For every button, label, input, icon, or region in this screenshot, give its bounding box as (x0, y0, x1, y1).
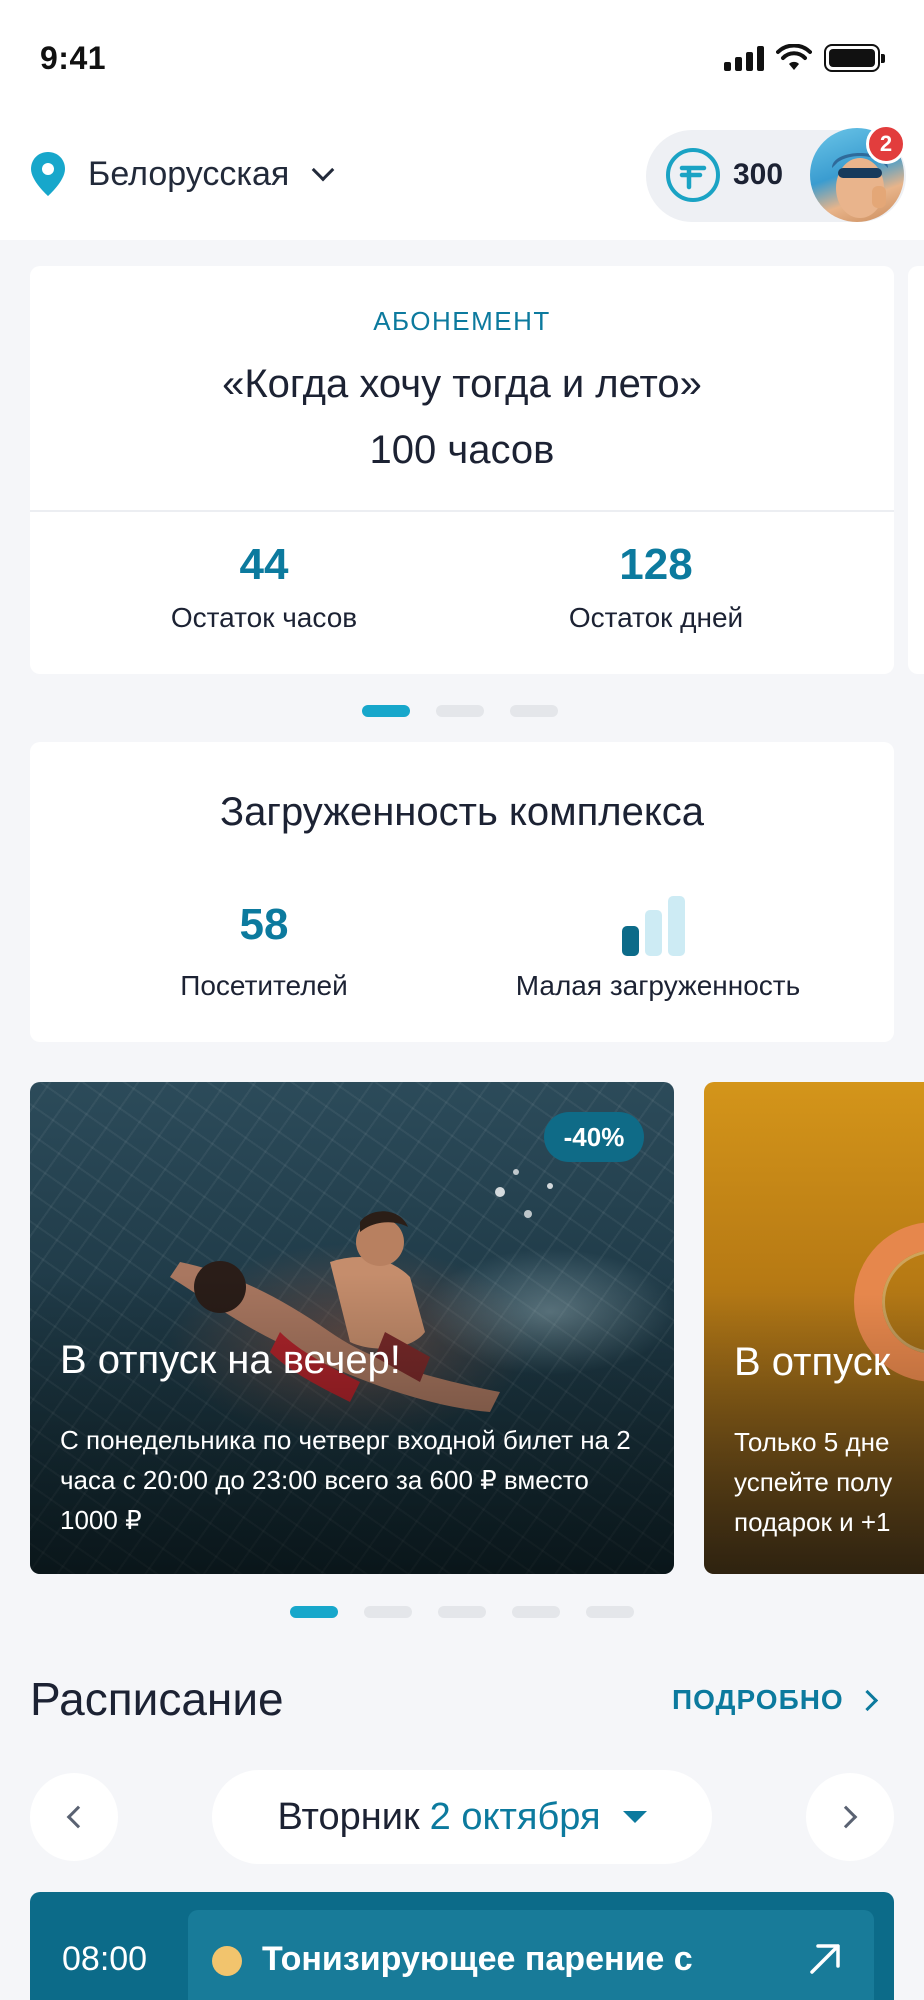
promo-description: С понедельника по четверг входной билет … (60, 1425, 631, 1535)
pager-dot[interactable] (510, 705, 558, 717)
chevron-right-icon (856, 1689, 878, 1711)
pager-dot[interactable] (436, 705, 484, 717)
event-category-dot (212, 1946, 242, 1976)
chevron-down-icon (311, 158, 335, 182)
pager-dot[interactable] (512, 1606, 560, 1618)
visitors-label: Посетителей (180, 970, 348, 1001)
pager-dot[interactable] (290, 1606, 338, 1618)
subscription-title: «Когда хочу тогда и лето» (222, 362, 702, 406)
location-selector[interactable]: Белорусская (28, 150, 335, 198)
promo-next-description: Только 5 дне успейте полу подарок и +1 (734, 1427, 893, 1537)
pager-dot[interactable] (586, 1606, 634, 1618)
dropdown-caret-icon (622, 1811, 647, 1823)
discount-badge: -40% (544, 1112, 644, 1162)
load-level-icon (622, 896, 685, 956)
prev-day-button[interactable] (30, 1773, 118, 1861)
next-card-peek (908, 266, 924, 674)
visitors-value: 58 (239, 900, 289, 949)
subscription-hours: 100 часов (369, 428, 555, 472)
hours-left-label: Остаток часов (170, 602, 358, 633)
location-name: Белорусская (88, 154, 290, 193)
schedule-more-link[interactable]: ПОДРОБНО (672, 1684, 878, 1716)
promo-title: В отпуск на вечер! (60, 1338, 401, 1382)
days-left-label: Остаток дней (568, 602, 744, 633)
cellular-signal-icon (724, 45, 764, 71)
date-selector[interactable]: Вторник 2 октября (212, 1770, 712, 1864)
event-name: Тонизирующее парение с (262, 1940, 693, 1978)
battery-icon (824, 44, 885, 72)
subscription-pager[interactable] (362, 705, 558, 717)
chevron-right-icon (834, 1805, 858, 1829)
subscription-kicker: АБОНЕМЕНТ (373, 306, 551, 336)
promo-next-title: В отпуск (734, 1340, 891, 1384)
load-title: Загруженность комплекса (219, 790, 705, 834)
status-time: 9:41 (40, 40, 107, 76)
load-bar (645, 910, 662, 956)
date-value: 2 октября (429, 1795, 601, 1838)
days-left-value: 128 (619, 540, 693, 589)
status-icons (724, 44, 885, 72)
load-bar (668, 896, 685, 956)
pager-dot[interactable] (364, 1606, 412, 1618)
next-day-button[interactable] (806, 1773, 894, 1861)
load-bar (622, 926, 639, 956)
promo-next-text-clip: В отпуск Только 5 дне успейте полу подар… (704, 1082, 924, 1574)
points-balance: 300 (733, 158, 784, 191)
chevron-left-icon (66, 1805, 90, 1829)
notification-badge: 2 (866, 124, 906, 164)
date-day: Вторник (277, 1795, 420, 1838)
load-level-label: Малая загруженность (515, 970, 801, 1001)
open-arrow-icon[interactable] (808, 1942, 842, 1976)
hours-left-value: 44 (239, 540, 289, 589)
divider (30, 510, 894, 512)
event-time: 08:00 (62, 1940, 148, 1978)
wifi-icon (776, 44, 812, 70)
pager-dot[interactable] (362, 705, 410, 717)
more-label: ПОДРОБНО (672, 1684, 844, 1715)
pager-dot[interactable] (438, 1606, 486, 1618)
points-coin-icon (666, 148, 720, 202)
location-pin-icon (31, 152, 65, 196)
promo-pager[interactable] (290, 1606, 634, 1618)
schedule-title: Расписание (30, 1673, 284, 1725)
